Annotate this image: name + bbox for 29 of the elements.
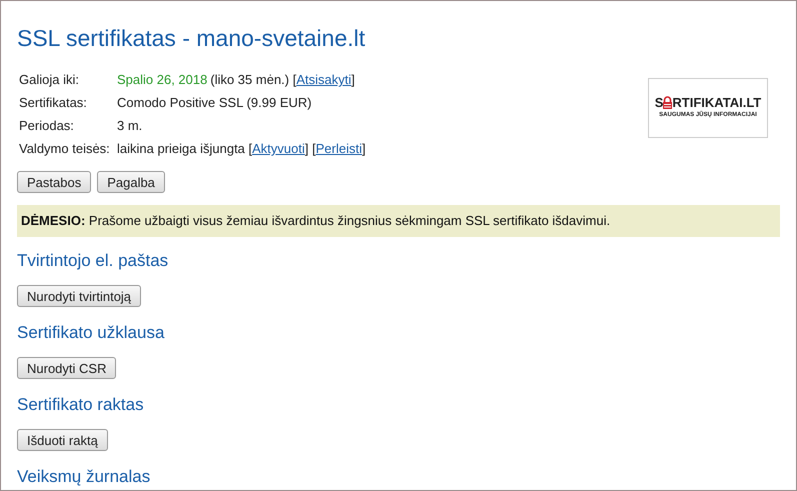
field-value: (liko 35 mėn.) [ <box>210 72 296 88</box>
action-button[interactable]: Išduoti raktą <box>17 429 108 451</box>
section-heading: Veiksmų žurnalas <box>17 466 152 486</box>
section-heading: Tvirtintojo el. paštas <box>17 250 170 270</box>
text-link[interactable]: Atsisakyti <box>296 72 352 88</box>
section-heading: Sertifikato užklausa <box>17 322 166 342</box>
field-value: ] <box>362 141 366 157</box>
action-button[interactable]: Nurodyti tvirtintoją <box>17 285 142 307</box>
logo-text: RTIFIKATAI.LT <box>672 96 762 109</box>
field-label: Galioja iki: <box>19 72 80 88</box>
text-link[interactable]: Aktyvuoti <box>252 141 305 157</box>
text-link[interactable]: Perleisti <box>316 141 362 157</box>
logo-text: S <box>654 96 664 109</box>
action-button[interactable]: Nurodyti CSR <box>17 357 116 379</box>
field-value: ] <box>351 72 355 88</box>
field-value: ] [ <box>304 141 316 157</box>
notice-banner: DĖMESIO: Prašome užbaigti visus žemiau išvardintus žingsnius sėkmingam SSL sertifikato išdavimui. <box>17 205 780 236</box>
page-title: SSL sertifikatas - mano-svetaine.lt <box>17 24 366 53</box>
date-value: Spalio 26, 2018 <box>117 72 208 88</box>
action-button[interactable]: Pagalba <box>97 171 165 193</box>
field-value: Comodo Positive SSL (9.99 EUR) <box>117 95 312 111</box>
field-value: laikina prieiga išjungta [ <box>117 141 252 157</box>
field-label: Sertifikatas: <box>19 95 88 111</box>
field-label: Valdymo teisės: <box>19 141 111 157</box>
padlock-icon <box>663 96 672 109</box>
field-label: Periodas: <box>19 118 75 134</box>
field-value: 3 m. <box>117 118 142 134</box>
action-button[interactable]: Pastabos <box>17 171 92 193</box>
section-heading: Sertifikato raktas <box>17 394 145 414</box>
